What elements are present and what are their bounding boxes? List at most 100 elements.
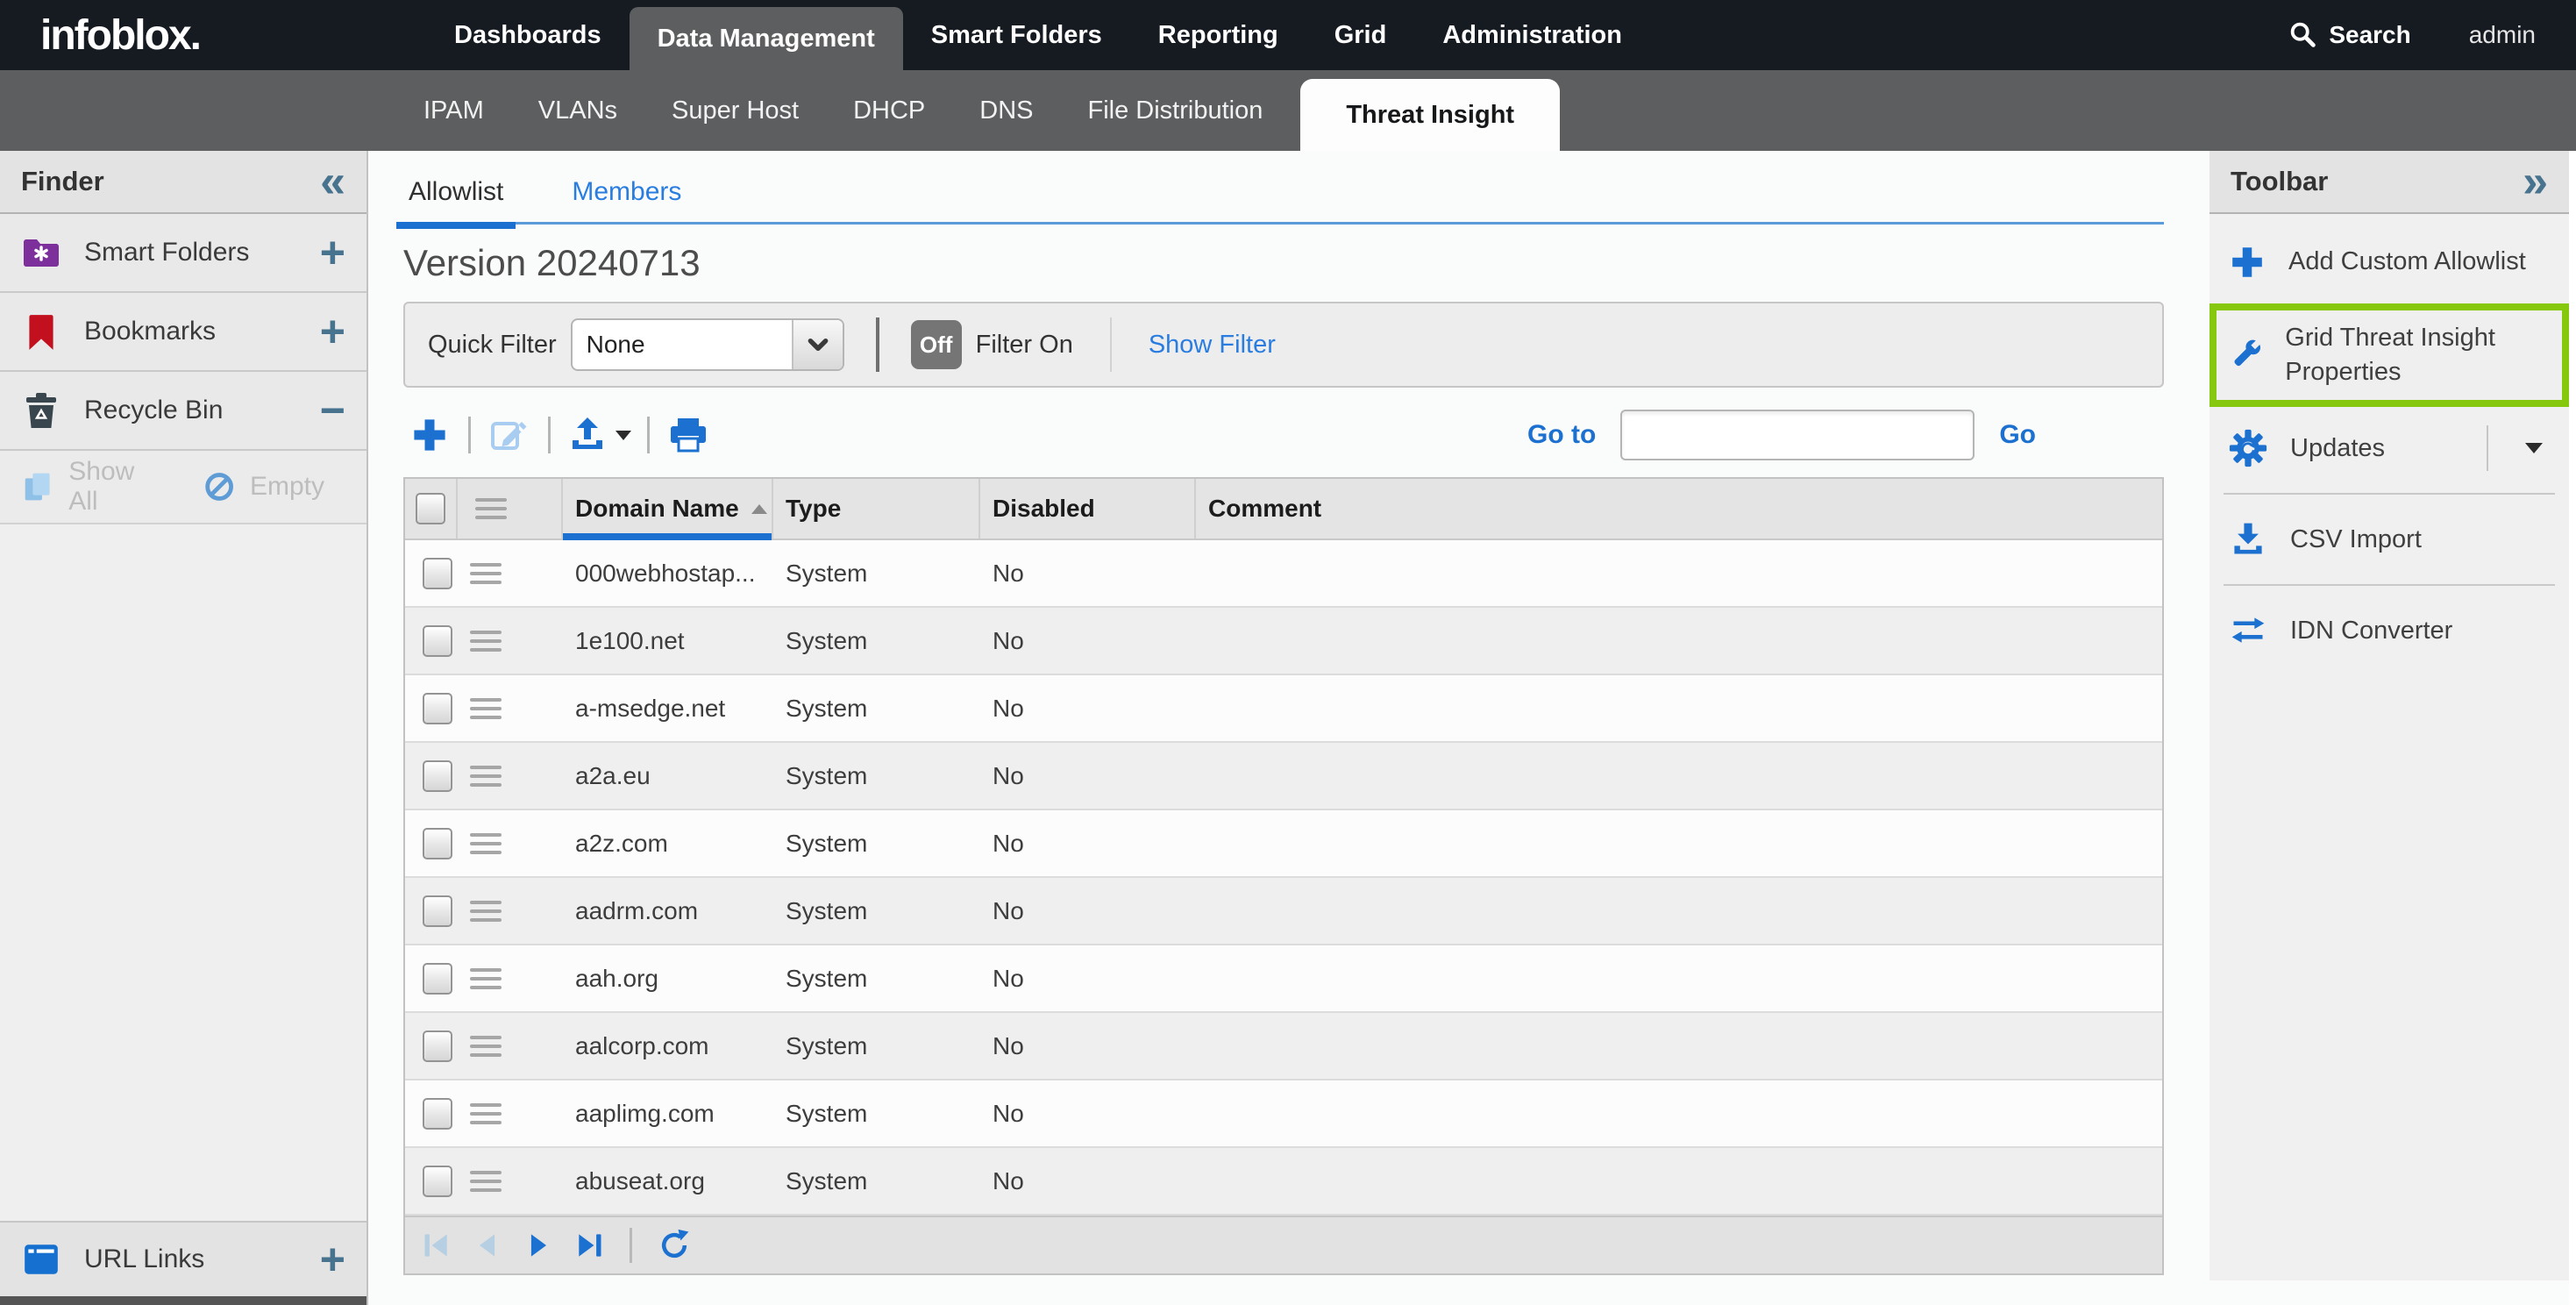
row-checkbox[interactable] [423, 558, 452, 589]
nav-item-dashboards[interactable]: Dashboards [426, 0, 630, 70]
table-row[interactable]: aah.org System No [405, 945, 2162, 1013]
upload-dropdown-caret[interactable] [616, 431, 631, 440]
cell-domain: a2a.eu [563, 762, 773, 790]
table-row[interactable]: abuseat.org System No [405, 1148, 2162, 1216]
nav-item-administration[interactable]: Administration [1414, 0, 1650, 70]
column-header-comment[interactable]: Comment [1196, 479, 2162, 538]
nav-item-data-management[interactable]: Data Management [630, 7, 903, 70]
subnav-item-vlans[interactable]: VLANs [511, 70, 644, 151]
action-separator [468, 417, 471, 453]
toolbar-item-csv-import[interactable]: CSV Import [2210, 502, 2569, 577]
table-row[interactable]: 000webhostap... System No [405, 540, 2162, 608]
toolbar-item-add-custom-allowlist[interactable]: Add Custom Allowlist [2210, 225, 2569, 300]
go-button[interactable]: Go [1999, 420, 2036, 450]
table-row[interactable]: a2z.com System No [405, 810, 2162, 878]
nav-item-reporting[interactable]: Reporting [1130, 0, 1306, 70]
table-row[interactable]: a2a.eu System No [405, 743, 2162, 810]
row-checkbox[interactable] [423, 828, 452, 859]
goto-input[interactable] [1620, 410, 1975, 460]
table-row[interactable]: aadrm.com System No [405, 878, 2162, 945]
row-drag-handle[interactable] [470, 895, 502, 927]
nav-item-grid[interactable]: Grid [1306, 0, 1415, 70]
toolbar-item-grid-threat-insight-properties[interactable]: Grid Threat Insight Properties [2210, 303, 2569, 407]
row-checkbox[interactable] [423, 693, 452, 724]
subnav-item-dhcp[interactable]: DHCP [826, 70, 952, 151]
row-drag-handle[interactable] [470, 693, 502, 724]
first-page-icon [421, 1230, 452, 1261]
refresh-button[interactable] [657, 1228, 692, 1263]
cell-disabled: No [980, 627, 1196, 655]
infoblox-logo: infoblox. [40, 11, 303, 60]
previous-page-button[interactable] [472, 1230, 503, 1261]
global-search[interactable]: Search [2287, 18, 2410, 52]
subnav-item-file-distribution[interactable]: File Distribution [1061, 70, 1291, 151]
expand-url-links-button[interactable]: + [320, 1237, 345, 1281]
cell-domain: aah.org [563, 965, 773, 993]
column-header-type[interactable]: Type [773, 479, 980, 538]
last-page-button[interactable] [573, 1230, 605, 1261]
sidebar-item-bookmarks[interactable]: Bookmarks + [0, 293, 366, 372]
print-button[interactable] [665, 410, 711, 460]
first-page-button[interactable] [421, 1230, 452, 1261]
table-row[interactable]: 1e100.net System No [405, 608, 2162, 675]
cell-domain: aadrm.com [563, 897, 773, 925]
sidebar-item-label: URL Links [84, 1244, 204, 1274]
updates-dropdown-caret[interactable] [2525, 443, 2543, 453]
cell-domain: 1e100.net [563, 627, 773, 655]
row-checkbox[interactable] [423, 1030, 452, 1062]
column-header-domain[interactable]: Domain Name [563, 479, 773, 538]
row-drag-handle[interactable] [470, 1030, 502, 1062]
subnav-item-super-host[interactable]: Super Host [644, 70, 826, 151]
table-header: Domain Name Type Disabled Comment [405, 479, 2162, 540]
column-header-disabled[interactable]: Disabled [980, 479, 1196, 538]
add-button[interactable] [407, 410, 452, 460]
row-drag-handle[interactable] [470, 625, 502, 657]
row-drag-handle[interactable] [470, 1098, 502, 1130]
select-all-checkbox[interactable] [416, 493, 445, 524]
cell-disabled: No [980, 830, 1196, 858]
next-page-button[interactable] [523, 1230, 554, 1261]
collapse-finder-icon[interactable]: « [320, 161, 345, 203]
next-page-icon [523, 1230, 554, 1261]
row-checkbox[interactable] [423, 1098, 452, 1130]
row-checkbox[interactable] [423, 760, 452, 792]
row-drag-handle[interactable] [470, 760, 502, 792]
expand-smart-folders-button[interactable]: + [320, 231, 345, 275]
row-checkbox[interactable] [423, 625, 452, 657]
row-checkbox[interactable] [423, 895, 452, 927]
show-filter-link[interactable]: Show Filter [1149, 331, 1276, 360]
nav-item-smart-folders[interactable]: Smart Folders [903, 0, 1130, 70]
table-row[interactable]: a-msedge.net System No [405, 675, 2162, 743]
sidebar-item-url-links[interactable]: URL Links + [0, 1221, 366, 1296]
row-drag-handle[interactable] [470, 1166, 502, 1197]
row-drag-handle[interactable] [470, 558, 502, 589]
toolbar-item-updates[interactable]: Updates [2210, 410, 2569, 486]
toolbar-item-idn-converter[interactable]: IDN Converter [2210, 593, 2569, 668]
row-checkbox[interactable] [423, 1166, 452, 1197]
row-checkbox[interactable] [423, 963, 452, 995]
expand-toolbar-icon[interactable]: » [2523, 161, 2548, 203]
tab-allowlist[interactable]: Allowlist [403, 177, 509, 207]
collapse-recycle-bin-button[interactable]: − [320, 389, 345, 432]
quick-filter-dropdown-button[interactable] [792, 320, 843, 369]
table-row[interactable]: aalcorp.com System No [405, 1013, 2162, 1080]
sidebar-item-recycle-bin[interactable]: Recycle Bin − [0, 372, 366, 451]
smart-folders-icon [21, 232, 61, 273]
sort-ascending-icon [751, 504, 767, 514]
row-drag-handle[interactable] [470, 963, 502, 995]
subnav-item-dns[interactable]: DNS [952, 70, 1060, 151]
tab-members[interactable]: Members [566, 177, 687, 207]
subnav-item-threat-insight[interactable]: Threat Insight [1300, 79, 1560, 151]
edit-button-disabled[interactable] [487, 410, 532, 460]
upload-button[interactable] [566, 410, 631, 460]
user-menu[interactable]: admin [2469, 21, 2536, 49]
quick-filter-select[interactable]: None [571, 318, 844, 371]
row-drag-handle[interactable] [470, 828, 502, 859]
filter-bar-divider [876, 317, 879, 372]
filter-toggle[interactable]: Off [911, 320, 962, 369]
table-row[interactable]: aaplimg.com System No [405, 1080, 2162, 1148]
subnav-item-ipam[interactable]: IPAM [396, 70, 511, 151]
empty-icon [201, 467, 238, 506]
sidebar-item-smart-folders[interactable]: Smart Folders + [0, 214, 366, 293]
expand-bookmarks-button[interactable]: + [320, 310, 345, 353]
